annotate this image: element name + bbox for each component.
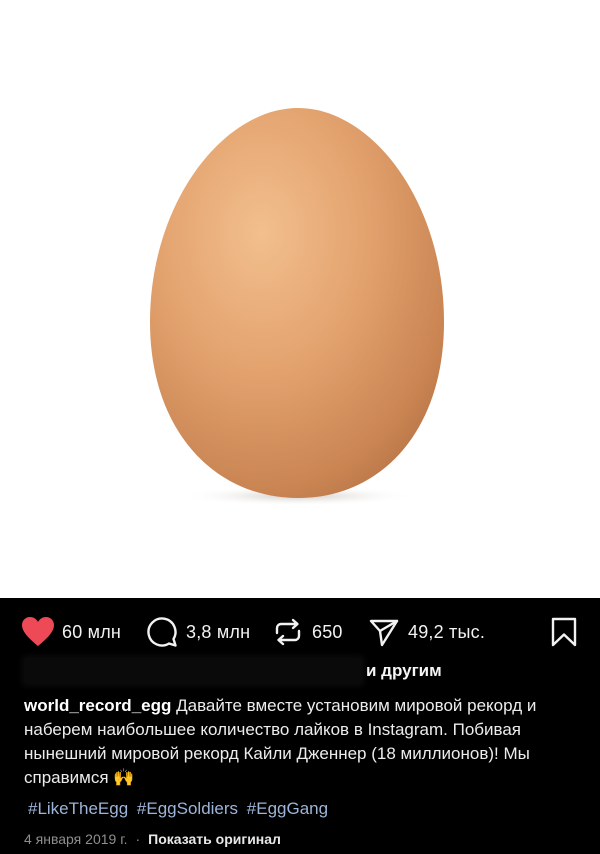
- liked-by-line[interactable]: и другим: [24, 658, 464, 684]
- redacted-liked-by-names: [24, 658, 362, 684]
- action-bar: 60 млн 3,8 млн 650 49,2 тыс.: [0, 612, 600, 652]
- meta-separator: ·: [135, 831, 141, 847]
- caption-username[interactable]: world_record_egg: [24, 696, 171, 715]
- post-caption: world_record_egg Давайте вместе установи…: [24, 694, 580, 790]
- reposts-count: 650: [312, 621, 343, 642]
- hashtags: #LikeTheEgg #EggSoldiers #EggGang: [28, 799, 332, 819]
- post-photo[interactable]: [0, 0, 600, 598]
- egg-image: [150, 108, 444, 506]
- shares-count: 49,2 тыс.: [408, 621, 486, 642]
- heart-filled-icon: [20, 614, 56, 650]
- post-details: 60 млн 3,8 млн 650 49,2 тыс. и другим wo…: [0, 598, 600, 854]
- repost-button[interactable]: 650: [270, 612, 343, 652]
- show-original-link[interactable]: Показать оригинал: [148, 831, 281, 847]
- hashtag-link[interactable]: #EggGang: [247, 799, 328, 818]
- post-date: 4 января 2019 г.: [24, 831, 128, 847]
- liked-by-others: и другим: [366, 661, 442, 680]
- hashtag-link[interactable]: #LikeTheEgg: [28, 799, 128, 818]
- like-button[interactable]: 60 млн: [20, 612, 121, 652]
- repost-arrows-icon: [270, 614, 306, 650]
- likes-count: 60 млн: [62, 621, 122, 642]
- comment-button[interactable]: 3,8 млн: [144, 612, 250, 652]
- comment-bubble-icon: [144, 614, 180, 650]
- hashtag-link[interactable]: #EggSoldiers: [137, 799, 238, 818]
- save-button[interactable]: [546, 612, 582, 652]
- bookmark-icon: [546, 614, 582, 650]
- post-meta: 4 января 2019 г. · Показать оригинал: [24, 831, 281, 847]
- share-button[interactable]: 49,2 тыс.: [366, 612, 485, 652]
- comments-count: 3,8 млн: [186, 621, 251, 642]
- paper-plane-icon: [366, 614, 402, 650]
